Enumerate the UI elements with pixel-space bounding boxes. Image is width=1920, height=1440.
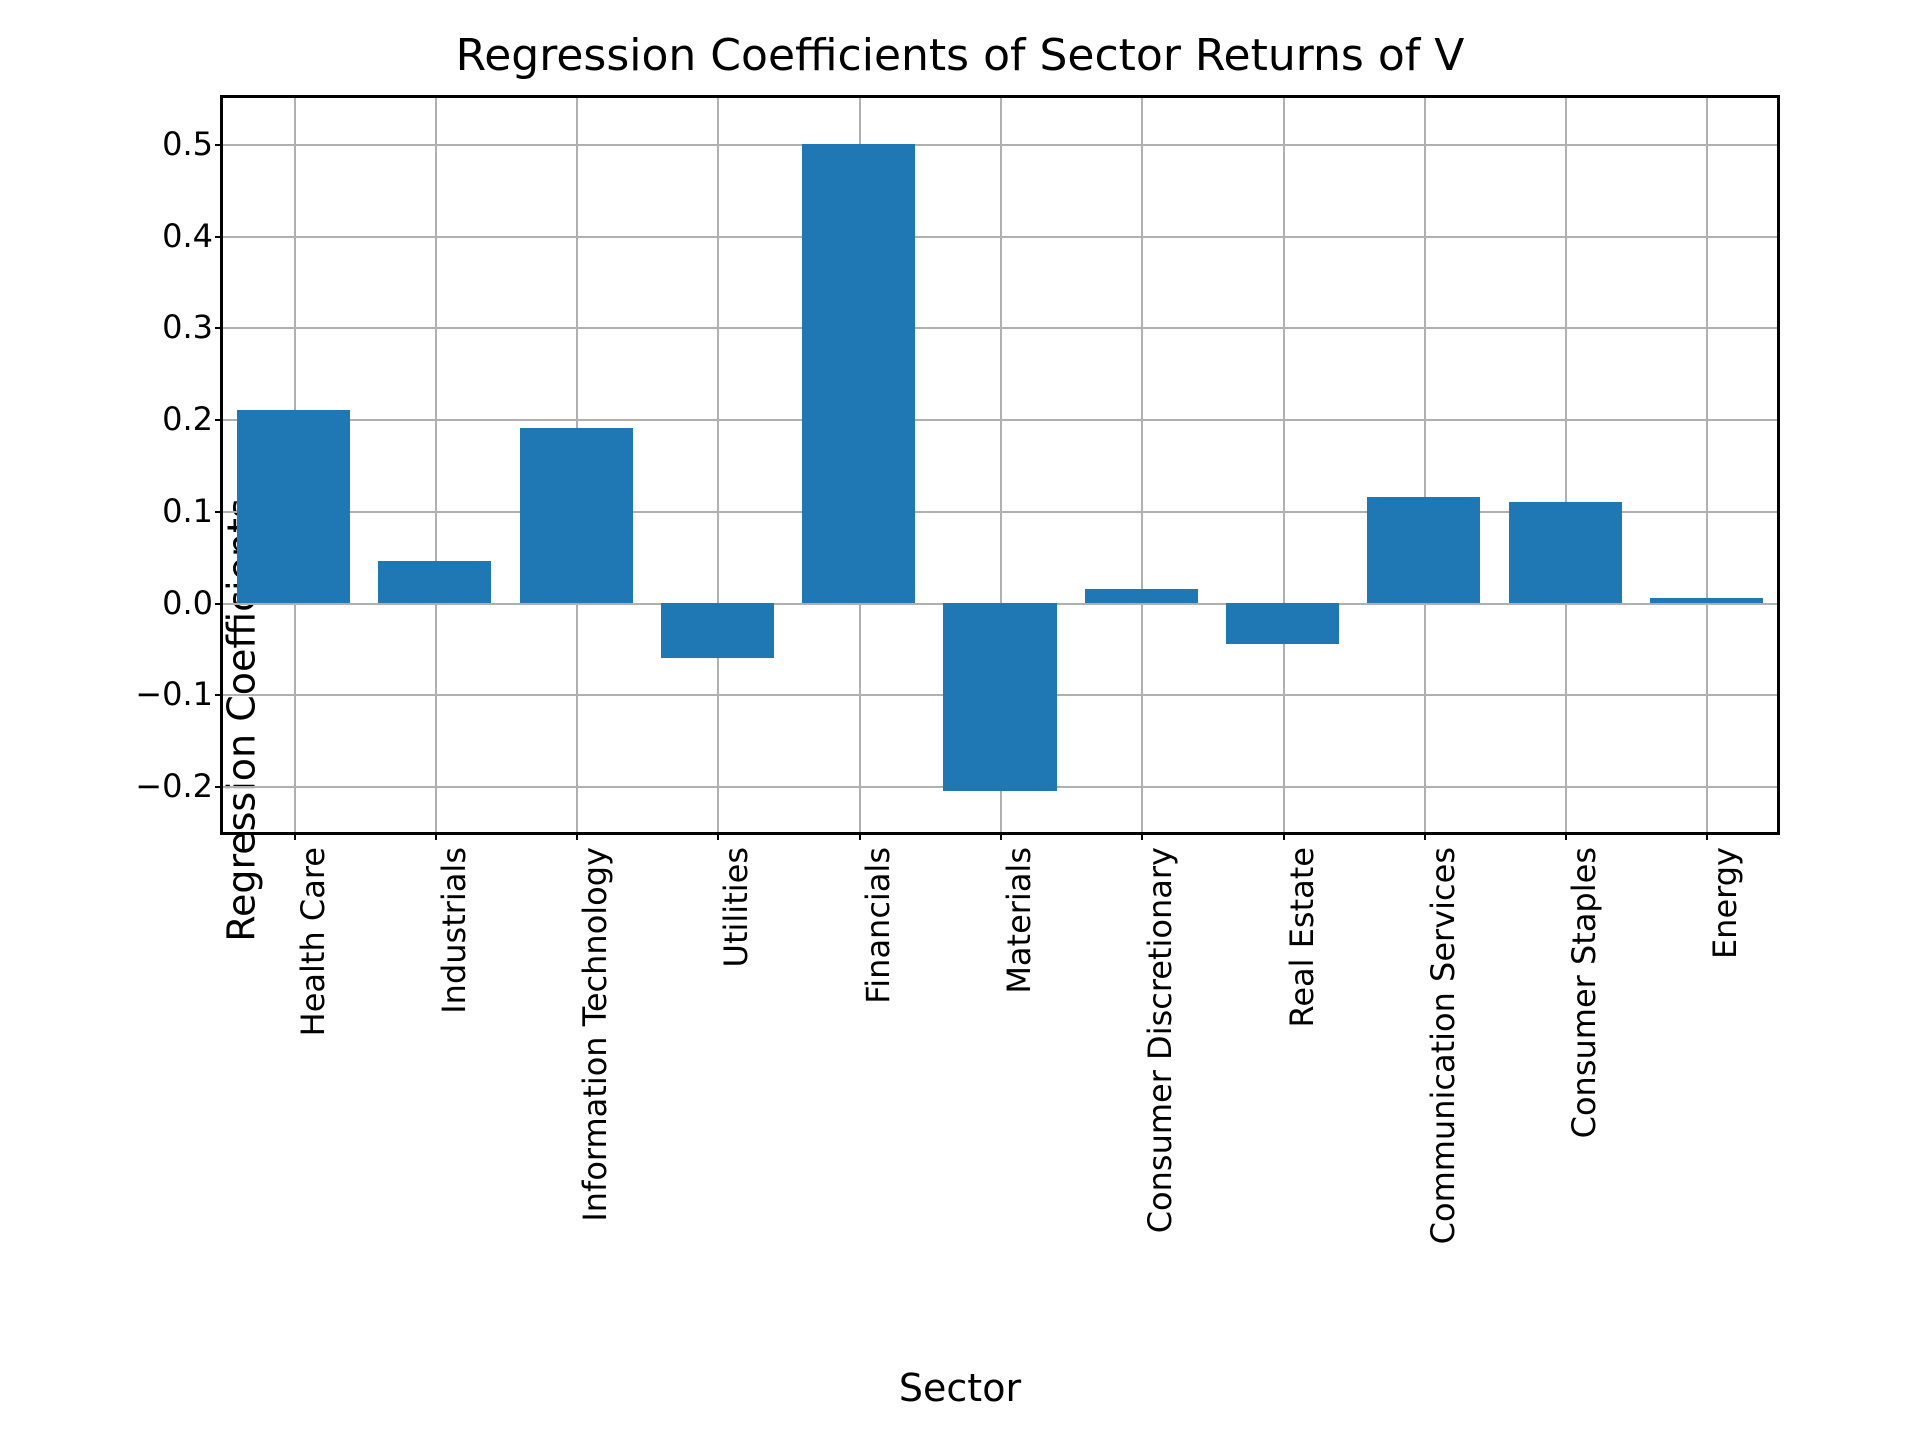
xtick-label: Financials: [859, 769, 897, 926]
ytick-label: 0.5: [162, 125, 213, 163]
x-axis-label: Sector: [0, 1366, 1920, 1410]
gridline-v: [717, 98, 719, 832]
xtick-label: Consumer Discretionary: [1141, 654, 1179, 1040]
ytick-mark: [215, 694, 223, 696]
ytick-mark: [215, 511, 223, 513]
bar: [520, 428, 633, 602]
xtick-label: Energy: [1706, 791, 1744, 903]
gridline-v: [1283, 98, 1285, 832]
ytick-mark: [215, 419, 223, 421]
ytick-mark: [215, 236, 223, 238]
xtick-label: Communication Services: [1424, 648, 1462, 1045]
chart-title: Regression Coefficients of Sector Return…: [0, 30, 1920, 81]
xtick-label: Real Estate: [1283, 757, 1321, 937]
bar: [1650, 598, 1763, 603]
ytick-label: −0.2: [135, 767, 213, 805]
ytick-label: 0.1: [162, 492, 213, 530]
bar: [1226, 603, 1339, 644]
xtick-label: Information Technology: [576, 660, 614, 1035]
bar: [1367, 497, 1480, 603]
chart-container: Regression Coefficients of Sector Return…: [0, 0, 1920, 1440]
ytick-label: −0.1: [135, 675, 213, 713]
ytick-mark: [215, 786, 223, 788]
plot-area: −0.2−0.10.00.10.20.30.40.5Health CareInd…: [220, 95, 1780, 835]
bar: [661, 603, 774, 658]
xtick-label: Health Care: [294, 752, 332, 941]
xtick-label: Consumer Staples: [1565, 701, 1603, 992]
bar: [802, 144, 915, 603]
bar: [1085, 589, 1198, 603]
ytick-label: 0.0: [162, 584, 213, 622]
ytick-mark: [215, 603, 223, 605]
ytick-label: 0.2: [162, 400, 213, 438]
ytick-label: 0.4: [162, 217, 213, 255]
bar: [943, 603, 1056, 791]
gridline-v: [1706, 98, 1708, 832]
bar: [237, 410, 350, 603]
bar: [378, 561, 491, 602]
ytick-mark: [215, 144, 223, 146]
xtick-label: Industrials: [435, 764, 473, 931]
xtick-label: Utilities: [717, 787, 755, 907]
bar: [1509, 502, 1622, 603]
ytick-mark: [215, 327, 223, 329]
ytick-label: 0.3: [162, 308, 213, 346]
gridline-v: [435, 98, 437, 832]
xtick-label: Materials: [1000, 774, 1038, 921]
